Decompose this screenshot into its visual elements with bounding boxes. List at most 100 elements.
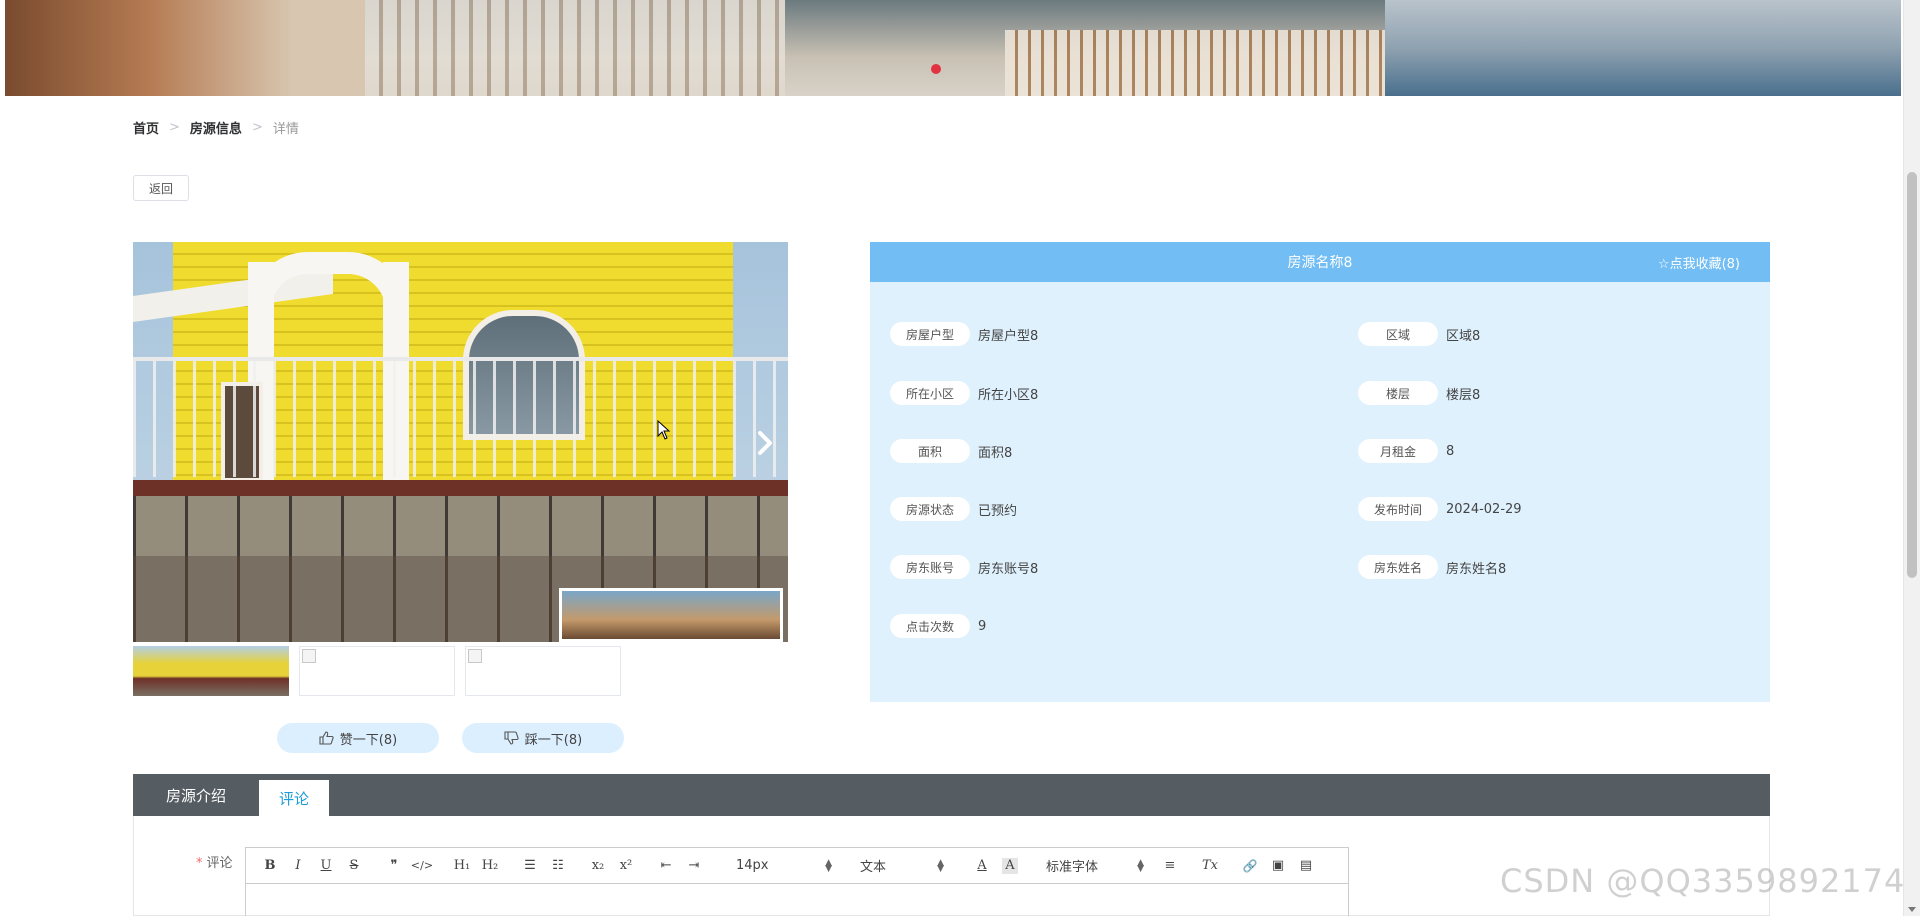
banner-segment — [5, 0, 365, 96]
link-button[interactable]: 🔗 — [1236, 854, 1264, 878]
breadcrumb-current: 详情 — [272, 122, 299, 137]
blockquote-button[interactable]: ❞ — [380, 854, 408, 878]
outdent-button[interactable]: ⇤ — [652, 854, 680, 878]
field-label: 点击次数 — [890, 614, 970, 638]
banner-pin-icon — [931, 64, 941, 74]
field-label: 所在小区 — [890, 381, 970, 405]
thumbnail-3[interactable] — [465, 646, 621, 696]
field-label: 区域 — [1358, 322, 1438, 346]
block-format-value: 文本 — [860, 860, 887, 875]
property-title: 房源名称8 — [1287, 255, 1353, 271]
scrollbar-thumb[interactable] — [1907, 172, 1917, 578]
field-label: 楼层 — [1358, 381, 1438, 405]
like-button[interactable]: 赞一下(8) — [277, 723, 439, 753]
scroll-down-icon[interactable] — [1908, 907, 1916, 912]
property-image-carousel[interactable] — [133, 242, 788, 642]
field-status: 房源状态 已预约 — [890, 497, 1017, 521]
align-button[interactable]: ≡ — [1156, 854, 1184, 878]
field-click-count: 点击次数 9 — [890, 614, 986, 638]
rich-text-editor[interactable]: B I U S ❞ </> H₁ H₂ ☰ ☷ x₂ x² ⇤ ⇥ 14px ▲… — [245, 847, 1349, 916]
updown-icon: ▲ ▼ — [1137, 857, 1144, 874]
like-label: 赞一下(8) — [339, 732, 398, 748]
field-label: 房源状态 — [890, 497, 970, 521]
banner-segment — [1385, 0, 1901, 96]
code-block-button[interactable]: </> — [408, 854, 436, 878]
required-mark: * — [196, 856, 203, 871]
ordered-list-button[interactable]: ☰ — [516, 854, 544, 878]
bold-button[interactable]: B — [256, 854, 284, 878]
favorite-button[interactable]: ☆点我收藏(8) — [1658, 242, 1740, 282]
field-floor: 楼层 楼层8 — [1358, 381, 1480, 405]
tab-introduction[interactable]: 房源介绍 — [133, 774, 259, 816]
thumbnail-strip — [133, 646, 621, 696]
property-info-header: 房源名称8 ☆点我收藏(8) — [870, 242, 1770, 282]
field-value: 已预约 — [978, 503, 1018, 519]
superscript-button[interactable]: x² — [612, 854, 640, 878]
field-label: 面积 — [890, 439, 970, 463]
thumbnail-2[interactable] — [299, 646, 455, 696]
page: 首页 > 房源信息 > 详情 返回 赞一下(8) 踩一下(8) 房源名称8 ☆点… — [0, 0, 1920, 916]
updown-icon: ▲ ▼ — [825, 857, 832, 874]
font-family-select[interactable]: 标准字体 ▲ ▼ — [1046, 854, 1144, 878]
banner-segment — [1005, 30, 1425, 96]
comment-label-text: 评论 — [206, 856, 233, 871]
chevron-right-icon[interactable] — [755, 430, 775, 456]
mouse-cursor-icon — [657, 420, 671, 440]
banner-segment — [365, 0, 785, 96]
field-publish-time: 发布时间 2024-02-29 — [1358, 497, 1522, 521]
broken-image-icon — [302, 649, 316, 663]
field-value: 房屋户型8 — [978, 328, 1039, 344]
house-photo-inset — [559, 588, 783, 642]
video-button[interactable]: ▤ — [1292, 854, 1320, 878]
property-info-panel: 房源名称8 ☆点我收藏(8) 房屋户型 房屋户型8 区域 区域8 所在小区 所在… — [870, 242, 1770, 702]
back-button[interactable]: 返回 — [133, 175, 189, 201]
heading-1-button[interactable]: H₁ — [448, 854, 476, 878]
underline-button[interactable]: U — [312, 854, 340, 878]
bullet-list-button[interactable]: ☷ — [544, 854, 572, 878]
detail-tabs: 房源介绍 评论 — [133, 774, 1770, 816]
field-value: 2024-02-29 — [1446, 501, 1522, 517]
thumbs-down-icon — [504, 731, 519, 745]
tab-comments[interactable]: 评论 — [259, 780, 330, 816]
heading-2-button[interactable]: H₂ — [476, 854, 504, 878]
house-photo-railing — [133, 357, 788, 477]
thumbnail-1[interactable] — [133, 646, 289, 696]
field-value: 面积8 — [978, 445, 1013, 461]
font-size-value: 14px — [736, 858, 769, 873]
field-house-type: 房屋户型 房屋户型8 — [890, 322, 1038, 346]
field-value: 区域8 — [1446, 328, 1481, 344]
vertical-scrollbar[interactable] — [1903, 0, 1920, 916]
field-label: 月租金 — [1358, 439, 1438, 463]
breadcrumb-separator: > — [251, 120, 263, 135]
background-color-button[interactable]: A — [1002, 857, 1018, 874]
field-label: 房屋户型 — [890, 322, 970, 346]
text-color-button[interactable]: A — [968, 854, 996, 878]
breadcrumb-home[interactable]: 首页 — [133, 118, 159, 137]
block-format-select[interactable]: 文本 ▲ ▼ — [860, 854, 944, 878]
strikethrough-button[interactable]: S — [340, 854, 368, 878]
clear-format-button[interactable]: Tx — [1196, 854, 1224, 878]
field-community: 所在小区 所在小区8 — [890, 381, 1038, 405]
field-region: 区域 区域8 — [1358, 322, 1480, 346]
subscript-button[interactable]: x₂ — [584, 854, 612, 878]
field-value: 8 — [1446, 443, 1455, 459]
italic-button[interactable]: I — [284, 854, 312, 878]
field-value: 所在小区8 — [978, 387, 1039, 403]
image-button[interactable]: ▣ — [1264, 854, 1292, 878]
comment-field-label: * 评论 — [196, 852, 233, 871]
breadcrumb: 首页 > 房源信息 > 详情 — [133, 118, 299, 137]
dislike-button[interactable]: 踩一下(8) — [462, 723, 624, 753]
updown-icon: ▲ ▼ — [937, 857, 944, 874]
field-label: 房东姓名 — [1358, 555, 1438, 579]
breadcrumb-section[interactable]: 房源信息 — [190, 118, 242, 137]
field-value: 房东账号8 — [978, 561, 1039, 577]
field-landlord-name: 房东姓名 房东姓名8 — [1358, 555, 1506, 579]
field-value: 房东姓名8 — [1446, 561, 1507, 577]
header-banner-image — [5, 0, 1901, 96]
indent-button[interactable]: ⇥ — [680, 854, 708, 878]
house-photo-lower — [133, 496, 788, 556]
breadcrumb-separator: > — [169, 120, 180, 135]
dislike-label: 踩一下(8) — [524, 732, 583, 748]
font-size-select[interactable]: 14px ▲ ▼ — [736, 854, 832, 878]
house-photo-beam — [133, 480, 788, 496]
